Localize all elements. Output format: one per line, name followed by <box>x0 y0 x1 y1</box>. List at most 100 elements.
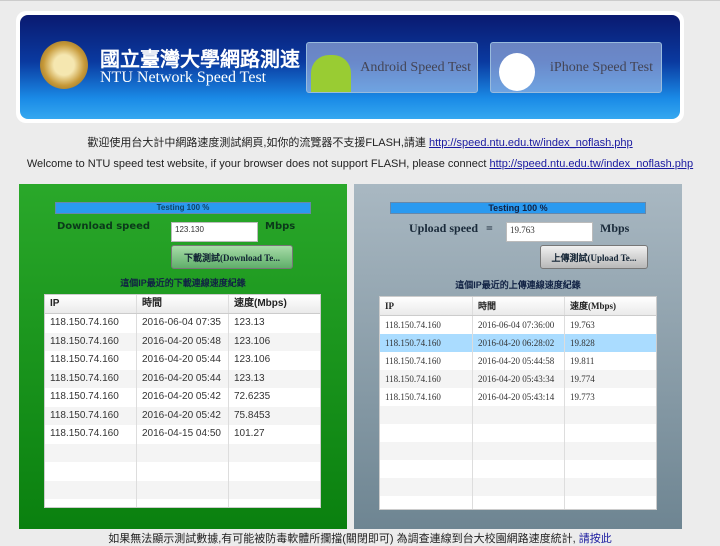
table-cell: 118.150.74.160 <box>45 369 137 388</box>
table-cell <box>45 480 137 499</box>
table-cell: 123.13 <box>234 317 265 328</box>
table-cell: 2016-04-20 05:42 <box>137 406 229 425</box>
table-cell <box>473 460 565 478</box>
table-cell: 時間 <box>473 297 565 315</box>
table-cell: IP <box>380 297 473 315</box>
stats-link[interactable]: 請按此 <box>579 533 612 545</box>
table-cell: 2016-04-20 06:28:02 <box>473 334 565 352</box>
table-cell: 118.150.74.160 <box>45 425 137 444</box>
table-cell: 123.106 <box>234 335 271 347</box>
table-cell: IP <box>45 295 137 313</box>
table-cell: 118.150.74.160 <box>380 334 473 352</box>
download-speed-field[interactable]: 123.130 <box>171 222 258 242</box>
table-row[interactable]: 118.150.74.160 2016-04-20 05:42 72.6235 <box>45 388 320 407</box>
table-cell <box>137 462 229 481</box>
table-row[interactable]: 118.150.74.160 2016-04-15 04:50 101.27 <box>45 425 320 444</box>
table-cell: 118.150.74.160 <box>380 352 473 370</box>
table-cell <box>229 462 320 481</box>
upload-history-caption: 這個IP最近的上傳連線速度紀錄 <box>455 280 581 290</box>
table-row[interactable] <box>380 496 656 509</box>
table-cell: 118.150.74.160 <box>45 314 137 333</box>
table-cell <box>380 424 473 442</box>
table-cell: 118.150.74.160 <box>45 332 137 351</box>
table-cell: 2016-04-20 05:44:58 <box>473 352 565 370</box>
table-cell: 118.150.74.160 <box>45 388 137 407</box>
table-header: IP 時間 速度(Mbps) <box>45 295 320 314</box>
download-history-table: IP 時間 速度(Mbps) 118.150.74.160 2016-06-04 07:… <box>44 294 321 508</box>
table-row[interactable] <box>380 424 656 442</box>
table-row[interactable]: 118.150.74.160 2016-06-04 07:36:00 19.763 <box>380 316 656 334</box>
table-cell <box>229 499 320 507</box>
upload-panel: Testing 100 % Upload speed = 19.763 Mbps… <box>354 184 682 529</box>
table-cell: 75.8453 <box>234 409 271 421</box>
ntu-logo <box>40 41 88 89</box>
table-cell: 101.27 <box>234 428 265 439</box>
download-speed-label: Download speed <box>57 221 151 232</box>
table-cell: 速度(Mbps) <box>234 298 287 309</box>
table-cell <box>45 499 137 507</box>
table-cell <box>380 442 473 460</box>
site-title-en: NTU Network Speed Test <box>100 69 267 86</box>
table-cell: 19.773 <box>570 392 595 402</box>
table-cell: 118.150.74.160 <box>45 351 137 370</box>
table-cell <box>137 480 229 499</box>
table-cell <box>565 424 656 442</box>
table-cell <box>565 406 656 424</box>
table-cell: 19.828 <box>570 338 595 348</box>
table-cell: 時間 <box>137 295 229 313</box>
site-title-zh: 國立臺灣大學網路測速 <box>100 49 300 71</box>
table-row[interactable] <box>45 480 320 499</box>
table-row[interactable]: 118.150.74.160 2016-04-20 06:28:02 19.828 <box>380 334 656 352</box>
table-cell: 19.774 <box>570 374 595 384</box>
download-unit: Mbps <box>265 221 296 232</box>
table-cell <box>380 460 473 478</box>
download-test-button[interactable]: 下載測試(Download Te... <box>171 245 293 269</box>
table-cell <box>137 443 229 462</box>
table-row[interactable]: 118.150.74.160 2016-04-20 05:48 123.106 <box>45 332 320 351</box>
table-cell <box>565 478 656 496</box>
table-row[interactable] <box>45 462 320 481</box>
android-speed-test-button[interactable]: Android Speed Test <box>306 42 478 93</box>
table-cell <box>473 478 565 496</box>
table-header: IP 時間 速度(Mbps) <box>380 297 656 316</box>
table-cell: 118.150.74.160 <box>380 388 473 406</box>
table-row[interactable] <box>45 499 320 507</box>
equals-sign: = <box>486 221 493 235</box>
table-cell: 2016-04-20 05:44 <box>137 351 229 370</box>
table-cell: 2016-04-20 05:43:14 <box>473 388 565 406</box>
table-cell: 123.106 <box>234 354 271 365</box>
table-row[interactable]: 118.150.74.160 2016-04-20 05:44 123.13 <box>45 369 320 388</box>
table-cell: 118.150.74.160 <box>380 316 473 334</box>
table-row[interactable] <box>45 443 320 462</box>
footer-note: 如果無法顯示測試數據,有可能被防毒軟體所攔擋(關閉即可) 為調查連線到台大校園網… <box>108 533 612 545</box>
table-cell: 19.763 <box>570 320 595 330</box>
upload-test-button[interactable]: 上傳測試(Upload Te... <box>540 245 648 269</box>
table-row[interactable] <box>380 460 656 478</box>
iphone-speed-test-button[interactable]: iPhone Speed Test <box>490 42 662 93</box>
table-row[interactable]: 118.150.74.160 2016-04-20 05:43:34 19.774 <box>380 370 656 388</box>
table-cell <box>380 478 473 496</box>
upload-history-table: IP 時間 速度(Mbps) 118.150.74.160 2016-06-04 07:… <box>379 296 657 510</box>
table-cell <box>473 496 565 509</box>
notice-zh: 歡迎使用台大計中網路速度測試網頁,如你的流覽器不支援FLASH,請連 http:… <box>87 137 633 149</box>
table-row[interactable]: 118.150.74.160 2016-06-04 07:35 123.13 <box>45 314 320 333</box>
android-icon <box>311 55 351 92</box>
table-cell <box>380 406 473 424</box>
table-row[interactable] <box>380 442 656 460</box>
table-cell: 118.150.74.160 <box>45 406 137 425</box>
upload-speed-label: Upload speed <box>409 221 479 235</box>
table-row[interactable]: 118.150.74.160 2016-04-20 05:43:14 19.773 <box>380 388 656 406</box>
noflash-link-en[interactable]: http://speed.ntu.edu.tw/index_noflash.ph… <box>489 158 693 170</box>
table-cell: 2016-06-04 07:36:00 <box>473 316 565 334</box>
table-cell <box>565 442 656 460</box>
upload-speed-field[interactable]: 19.763 <box>506 222 593 242</box>
table-cell <box>565 496 656 509</box>
table-row[interactable] <box>380 406 656 424</box>
noflash-link[interactable]: http://speed.ntu.edu.tw/index_noflash.ph… <box>429 137 633 149</box>
table-row[interactable]: 118.150.74.160 2016-04-20 05:42 75.8453 <box>45 406 320 425</box>
table-cell <box>565 460 656 478</box>
table-cell: 速度(Mbps) <box>570 301 617 311</box>
table-row[interactable]: 118.150.74.160 2016-04-20 05:44:58 19.811 <box>380 352 656 370</box>
table-row[interactable] <box>380 478 656 496</box>
table-row[interactable]: 118.150.74.160 2016-04-20 05:44 123.106 <box>45 351 320 370</box>
